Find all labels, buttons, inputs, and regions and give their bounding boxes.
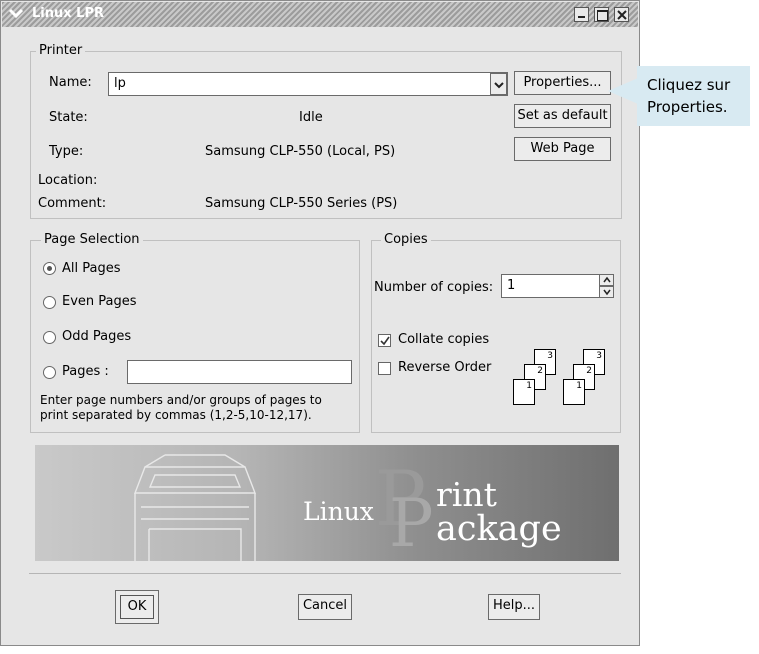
- copies-spin-down[interactable]: [599, 286, 614, 298]
- radio-pages-range[interactable]: [43, 366, 56, 379]
- pages-hint-line1: Enter page numbers and/or groups of page…: [40, 393, 322, 407]
- ok-button[interactable]: OK: [115, 590, 159, 624]
- radio-even-pages[interactable]: [43, 296, 56, 309]
- web-page-label: Web Page: [530, 141, 595, 156]
- radio-all-pages[interactable]: [43, 262, 56, 275]
- reverse-order-checkbox[interactable]: [378, 362, 391, 375]
- all-pages-label[interactable]: All Pages: [62, 261, 121, 276]
- set-as-default-button[interactable]: Set as default: [514, 104, 611, 128]
- collate-illustration: 3 2 1 3 2 1: [512, 347, 612, 407]
- odd-pages-label[interactable]: Odd Pages: [62, 329, 131, 344]
- pages-hint-line2: print separated by commas (1,2-5,10-12,1…: [40, 408, 312, 422]
- banner-letter-p-shadow-2: P: [389, 485, 434, 561]
- properties-button-label: Properties...: [523, 75, 602, 90]
- maximize-button[interactable]: [594, 7, 609, 22]
- dialog-window: Linux LPR Printer Name: lp Properties...…: [0, 0, 640, 646]
- number-of-copies-label: Number of copies:: [374, 280, 494, 295]
- printer-name-combo[interactable]: lp: [108, 72, 508, 96]
- printer-illustration: [133, 454, 257, 561]
- close-icon: [616, 9, 628, 25]
- copies-value: 1: [507, 278, 516, 293]
- reverse-order-label[interactable]: Reverse Order: [398, 360, 491, 375]
- help-button[interactable]: Help...: [488, 594, 540, 620]
- printer-dropdown-button[interactable]: [490, 73, 507, 95]
- help-button-label: Help...: [492, 598, 536, 613]
- cancel-button-label: Cancel: [302, 598, 348, 613]
- banner-text-linux: Linux: [303, 497, 374, 526]
- even-pages-label[interactable]: Even Pages: [62, 294, 137, 309]
- pages-range-input[interactable]: [127, 360, 352, 384]
- page-selection-label: Page Selection: [41, 232, 143, 247]
- callout-line2: Properties.: [647, 98, 728, 116]
- window-menu-chevron-icon[interactable]: [8, 5, 24, 21]
- properties-button[interactable]: Properties...: [514, 71, 611, 95]
- callout-box: Cliquez sur Properties.: [637, 66, 750, 126]
- name-label: Name:: [49, 75, 92, 90]
- printer-group-label: Printer: [36, 43, 86, 58]
- spin-up-icon: [602, 276, 612, 286]
- copies-spin-up[interactable]: [599, 274, 614, 286]
- linux-print-package-banner: P P Linux rint ackage: [35, 445, 619, 561]
- banner-text-package: ackage: [436, 509, 562, 549]
- spin-down-icon: [602, 288, 612, 298]
- callout-pointer: [608, 78, 638, 104]
- pages-range-label[interactable]: Pages :: [62, 364, 109, 379]
- comment-value: Samsung CLP-550 Series (PS): [205, 196, 398, 211]
- ok-button-label: OK: [127, 599, 147, 614]
- set-as-default-label: Set as default: [517, 108, 608, 123]
- location-label: Location:: [38, 173, 98, 188]
- type-value: Samsung CLP-550 (Local, PS): [205, 144, 396, 159]
- copies-spin-input[interactable]: 1: [501, 274, 601, 298]
- radio-selected-dot: [47, 266, 52, 271]
- ok-focus-box: OK: [120, 595, 154, 619]
- collate-copies-label[interactable]: Collate copies: [398, 332, 489, 347]
- minimize-button[interactable]: [574, 7, 589, 22]
- radio-odd-pages[interactable]: [43, 331, 56, 344]
- callout-line1: Cliquez sur: [647, 76, 731, 94]
- minimize-icon: [578, 16, 585, 18]
- checkmark-icon: [379, 335, 391, 351]
- state-label: State:: [49, 110, 88, 125]
- web-page-button[interactable]: Web Page: [514, 137, 611, 161]
- window-title: Linux LPR: [32, 6, 104, 21]
- state-value: Idle: [299, 110, 323, 125]
- separator-line: [29, 573, 621, 574]
- chevron-down-icon: [492, 78, 506, 100]
- collate-copies-checkbox[interactable]: [378, 334, 391, 347]
- copies-label: Copies: [381, 232, 431, 247]
- maximize-icon: [597, 10, 608, 21]
- cancel-button[interactable]: Cancel: [298, 594, 352, 620]
- collate-page: 1: [563, 379, 585, 405]
- callout-text: Cliquez sur Properties.: [647, 74, 730, 118]
- comment-label: Comment:: [38, 196, 107, 211]
- collate-page: 1: [513, 379, 535, 405]
- close-button[interactable]: [614, 7, 629, 22]
- title-bar[interactable]: Linux LPR: [2, 2, 638, 27]
- printer-name-value: lp: [114, 76, 126, 91]
- type-label: Type:: [49, 144, 84, 159]
